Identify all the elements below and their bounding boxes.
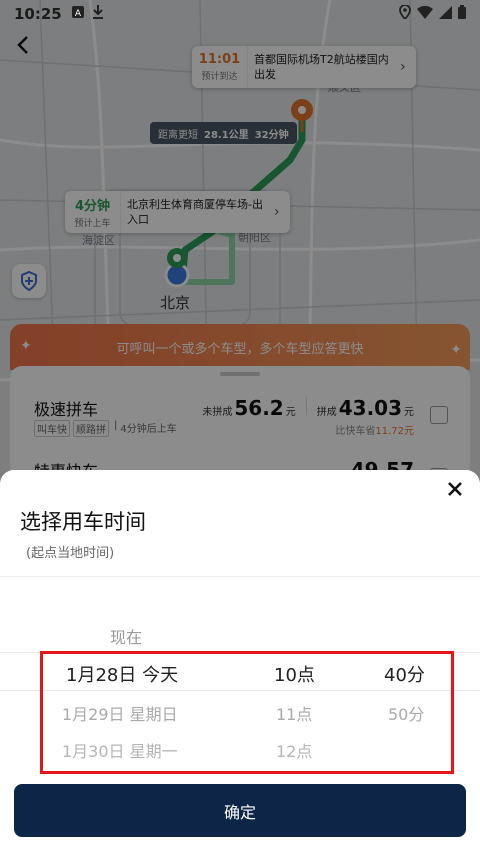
sheet-title: 选择用车时间 [20,510,146,534]
picker-hour-selected[interactable]: 10点 [274,661,315,687]
download-icon [92,5,104,23]
close-button[interactable] [442,476,468,502]
picker-minute-selected[interactable]: 40分 [384,661,425,687]
picker-date-option[interactable]: 1月30日 星期一 [62,738,178,762]
confirm-button[interactable]: 确定 [14,784,466,837]
picker-minute-option[interactable]: 50分 [388,701,424,725]
svg-text:A: A [75,9,82,18]
status-time: 10:25 [14,5,62,23]
location-icon [399,4,411,23]
picker-date-option[interactable]: 1月29日 星期日 [62,701,178,725]
time-picker[interactable]: 现在 1月28日 今天 10点 40分 1月29日 星期日 11点 50分 1月… [0,616,480,776]
signal-icon [439,5,452,23]
picker-date-selected[interactable]: 1月28日 今天 [66,661,178,687]
picker-hour-option[interactable]: 12点 [276,738,312,762]
wifi-icon [417,5,433,23]
divider [0,576,480,577]
time-picker-sheet: 选择用车时间 (起点当地时间) 现在 1月28日 今天 10点 40分 1月29… [0,470,480,852]
picker-line [0,652,480,653]
battery-icon [458,5,466,23]
picker-hour-option[interactable]: 11点 [276,701,312,725]
text-a-icon: A [71,6,84,22]
picker-line [0,690,480,691]
picker-now[interactable]: 现在 [110,624,142,648]
sheet-subtitle: (起点当地时间) [26,546,115,561]
close-icon [448,482,462,496]
status-bar: 10:25 A [0,0,480,28]
